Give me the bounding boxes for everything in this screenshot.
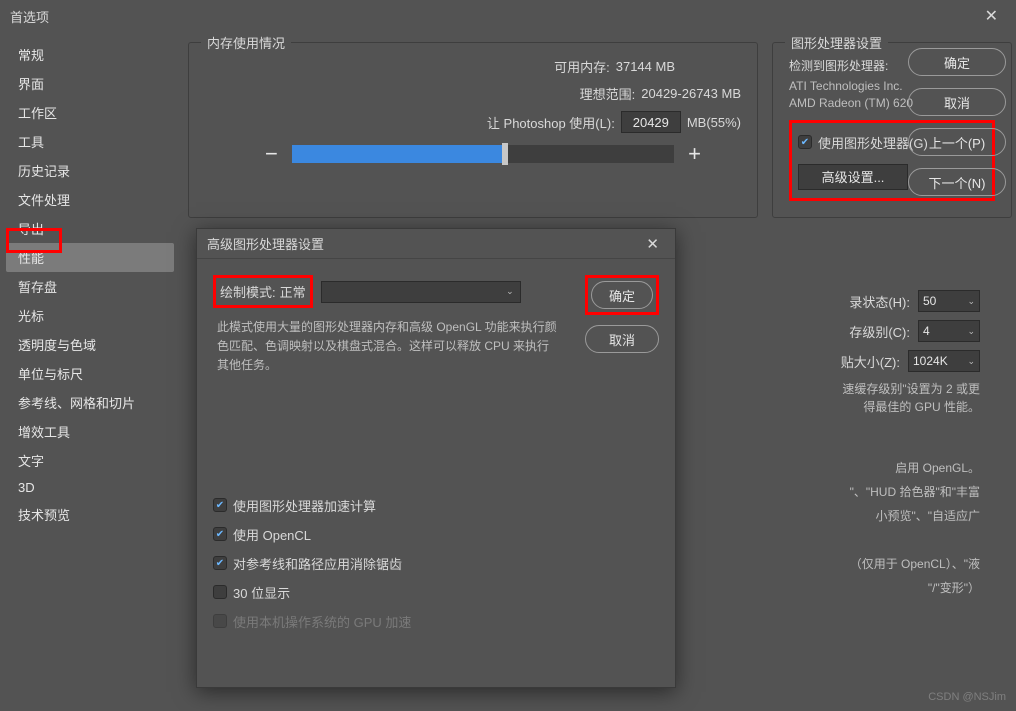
sidebar-item-tools[interactable]: 工具	[6, 127, 174, 156]
accel-label: 使用图形处理器加速计算	[233, 496, 376, 515]
sidebar-item-export[interactable]: 导出	[6, 214, 174, 243]
peek-line-3: 小预览"、"自适应广	[786, 504, 980, 528]
slider-plus-icon[interactable]: +	[688, 141, 701, 167]
sidebar-item-transparency[interactable]: 透明度与色域	[6, 330, 174, 359]
draw-mode-value-text: 正常	[280, 282, 306, 301]
sidebar-item-units[interactable]: 单位与标尺	[6, 359, 174, 388]
ok-button[interactable]: 确定	[908, 48, 1006, 76]
slider-minus-icon[interactable]: −	[265, 141, 278, 167]
sidebar-item-general[interactable]: 常规	[6, 40, 174, 69]
next-button[interactable]: 下一个(N)	[908, 168, 1006, 196]
draw-mode-description: 此模式使用大量的图形处理器内存和高级 OpenGL 功能来执行颜色匹配、色调映射…	[217, 318, 557, 376]
native-gpu-label: 使用本机操作系统的 GPU 加速	[233, 612, 411, 631]
bit30-label: 30 位显示	[233, 583, 290, 602]
mem-ideal-label: 理想范围:	[580, 84, 636, 103]
history-states-select[interactable]: 50⌄	[918, 290, 980, 312]
draw-mode-label: 绘制模式:	[220, 282, 276, 301]
sidebar-item-type[interactable]: 文字	[6, 446, 174, 475]
mem-ideal-value: 20429-26743 MB	[641, 86, 741, 101]
peek-line-5: "/"变形"）	[786, 576, 980, 600]
mem-slider[interactable]	[292, 145, 674, 163]
mem-let-unit: MB(55%)	[687, 115, 741, 130]
advanced-gpu-dialog: 高级图形处理器设置 ✕ 绘制模式: 正常 ⌄ 此模式使用大量的图形处理器内存和高…	[196, 228, 676, 688]
history-states-label: 录状态(H):	[849, 292, 910, 311]
prev-button[interactable]: 上一个(P)	[908, 128, 1006, 156]
window-title: 首选项	[10, 7, 977, 26]
sidebar-item-guides[interactable]: 参考线、网格和切片	[6, 388, 174, 417]
peek-line-4: （仅用于 OpenCL）、"液	[786, 552, 980, 576]
sidebar-item-performance[interactable]: 性能	[6, 243, 174, 272]
sidebar: 常规 界面 工作区 工具 历史记录 文件处理 导出 性能 暂存盘 光标 透明度与…	[0, 32, 180, 711]
sidebar-item-interface[interactable]: 界面	[6, 69, 174, 98]
bit30-checkbox[interactable]	[213, 585, 227, 599]
sidebar-item-3d[interactable]: 3D	[6, 475, 174, 500]
mem-let-label: 让 Photoshop 使用(L):	[487, 113, 615, 132]
native-gpu-checkbox	[213, 614, 227, 628]
mode-label-highlight: 绘制模式: 正常	[213, 275, 313, 308]
opencl-checkbox[interactable]	[213, 527, 227, 541]
modal-cancel-button[interactable]: 取消	[585, 325, 659, 353]
cancel-button[interactable]: 取消	[908, 88, 1006, 116]
use-gpu-checkbox[interactable]	[798, 135, 812, 149]
modal-title: 高级图形处理器设置	[207, 234, 640, 253]
cache-levels-select[interactable]: 4⌄	[918, 320, 980, 342]
sidebar-item-plugins[interactable]: 增效工具	[6, 417, 174, 446]
peek-line-2: "、"HUD 拾色器"和"丰富	[786, 480, 980, 504]
cache-hint-2: 得最佳的 GPU 性能。	[863, 400, 980, 414]
sidebar-item-workspace[interactable]: 工作区	[6, 98, 174, 127]
modal-ok-highlight: 确定	[585, 275, 659, 315]
gpu-title: 图形处理器设置	[785, 33, 888, 52]
antialias-checkbox[interactable]	[213, 556, 227, 570]
sidebar-item-history[interactable]: 历史记录	[6, 156, 174, 185]
cache-hint-1: 速缓存级别"设置为 2 或更	[842, 382, 980, 396]
opencl-label: 使用 OpenCL	[233, 525, 311, 544]
advanced-settings-button[interactable]: 高级设置...	[798, 164, 908, 190]
draw-mode-select[interactable]: ⌄	[321, 281, 521, 303]
mem-let-input[interactable]	[621, 111, 681, 133]
accel-checkbox[interactable]	[213, 498, 227, 512]
memory-group: 内存使用情况 可用内存: 37144 MB 理想范围: 20429-26743 …	[188, 42, 758, 218]
antialias-label: 对参考线和路径应用消除锯齿	[233, 554, 402, 573]
tile-size-select[interactable]: 1024K⌄	[908, 350, 980, 372]
cache-levels-label: 存级别(C):	[849, 322, 910, 341]
memory-title: 内存使用情况	[201, 33, 291, 52]
sidebar-item-cursor[interactable]: 光标	[6, 301, 174, 330]
peek-line-1: 启用 OpenGL。	[786, 456, 980, 480]
sidebar-item-techpreview[interactable]: 技术预览	[6, 500, 174, 529]
mem-available-value: 37144 MB	[616, 59, 675, 74]
sidebar-item-filehandling[interactable]: 文件处理	[6, 185, 174, 214]
watermark: CSDN @NSJim	[928, 691, 1006, 703]
modal-close-icon[interactable]: ✕	[640, 233, 665, 255]
sidebar-item-scratch[interactable]: 暂存盘	[6, 272, 174, 301]
tile-size-label: 贴大小(Z):	[841, 352, 900, 371]
close-icon[interactable]: ✕	[977, 2, 1006, 30]
mem-available-label: 可用内存:	[554, 57, 610, 76]
modal-ok-button[interactable]: 确定	[591, 281, 653, 309]
